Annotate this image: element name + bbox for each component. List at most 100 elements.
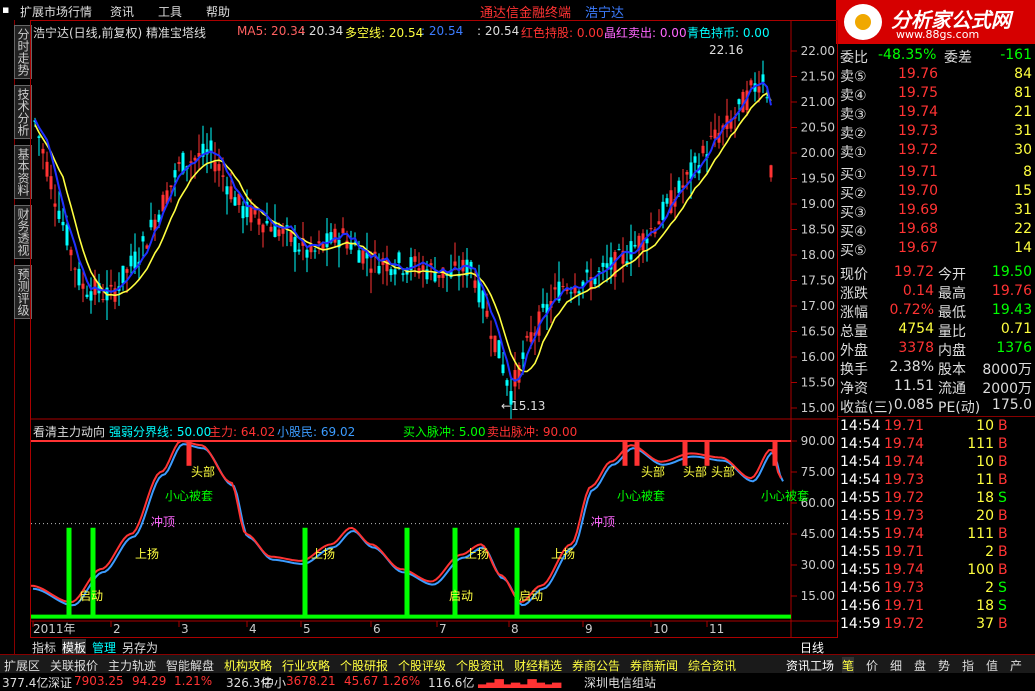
candle-body	[505, 380, 509, 386]
tick-volume: 37	[976, 616, 994, 632]
right-tab[interactable]: 产	[1010, 657, 1022, 674]
sell-pulse-label: 卖出脉冲: 90.00	[487, 425, 578, 439]
sell-level-volume: 30	[1014, 142, 1032, 158]
chart-area[interactable]: 22.00 21.50 21.00 20.50 20.00 19.50 19.00 18.50…	[30, 20, 839, 639]
nav-item[interactable]: 主力轨迹	[108, 657, 156, 674]
stat-label-2: PE(动)	[938, 400, 981, 416]
candle-body	[525, 335, 529, 338]
candle-body	[553, 287, 557, 290]
candle-body	[665, 198, 669, 204]
buy-level-price: 19.67	[898, 240, 939, 256]
candle-body	[313, 250, 317, 252]
stat-label: 换手	[840, 362, 868, 378]
candle-body	[121, 265, 125, 284]
app-icon[interactable]: ▪	[2, 3, 9, 16]
tick-price: 19.72	[884, 616, 925, 632]
nav-item[interactable]: 个股研报	[340, 657, 388, 674]
candle-body	[489, 335, 493, 339]
price-axis-label: 15.00	[801, 401, 835, 415]
x-axis-label: 7	[439, 622, 447, 636]
candle-body	[317, 241, 321, 244]
tick-time: 14:56	[840, 598, 881, 614]
high-label: 22.16	[709, 43, 744, 57]
dk-value-3: : 20.54	[477, 24, 520, 38]
tick-time: 14:54	[840, 436, 881, 452]
stat-value-2: 19.43	[991, 302, 1032, 318]
candle-body	[749, 80, 753, 86]
tick-time: 14:55	[840, 508, 881, 524]
status-server: 深圳电信组站	[584, 676, 657, 690]
stat-value-2: 19.76	[991, 283, 1032, 299]
status-a: 377.4亿	[2, 676, 49, 690]
x-axis-label: 6	[373, 622, 381, 636]
candle-body	[401, 273, 405, 275]
red-hold-label: 红色持股: 0.00	[521, 26, 604, 40]
candle-body	[41, 148, 45, 154]
sell-level-volume: 21	[1014, 104, 1032, 120]
buy-level-volume: 15	[1014, 183, 1032, 199]
bottom-nav: 扩展区 关联报价 主力轨迹 智能解盘 机构攻略 行业攻略 个股研报 个股评级 个股资讯 财经精选券…	[0, 654, 1035, 674]
head-label-4: 头部	[711, 465, 736, 479]
nav-item[interactable]: 智能解盘	[166, 657, 214, 674]
retail-label: 小股民: 69.02	[277, 425, 356, 439]
buy-level-volume: 8	[1023, 164, 1032, 180]
tick-volume: 111	[967, 526, 994, 542]
right-tab[interactable]: 势	[938, 657, 950, 674]
stat-value-2: 8000万	[982, 362, 1032, 378]
nav-item[interactable]: 扩展区	[4, 657, 40, 674]
status-sz-chg: 94.29	[132, 674, 167, 688]
nav-item[interactable]: 资讯工场	[786, 657, 834, 674]
menu-item-info[interactable]: 资讯	[110, 3, 134, 20]
nav-item[interactable]: 综合资讯	[688, 657, 736, 674]
rush-label-2: 冲顶	[591, 515, 616, 529]
nav-item[interactable]: 行业攻略	[282, 657, 330, 674]
right-tab[interactable]: 价	[866, 657, 878, 674]
x-axis-label: 2	[113, 622, 121, 636]
candle-body	[293, 237, 297, 253]
nav-item[interactable]: 关联报价	[50, 657, 98, 674]
tick-direction: S	[998, 598, 1007, 614]
candle-body	[177, 162, 181, 164]
candle-body	[761, 74, 765, 83]
nav-item[interactable]: 券商公告	[572, 657, 620, 674]
candle-body	[629, 241, 633, 260]
stat-label: 涨幅	[840, 305, 868, 321]
nav-item[interactable]: 个股资讯	[456, 657, 504, 674]
status-zx-label: 中小	[262, 676, 287, 690]
stat-value-2: 1376	[996, 340, 1032, 356]
nav-item[interactable]: 财经精选	[514, 657, 562, 674]
right-tab[interactable]: 值	[986, 657, 998, 674]
candle-body	[709, 135, 713, 137]
menu-item-tools[interactable]: 工具	[158, 3, 182, 20]
nav-item[interactable]: 机构攻略	[224, 657, 272, 674]
osc-axis-label: 75.00	[801, 465, 835, 479]
right-tab[interactable]: 指	[962, 657, 974, 674]
tick-direction: B	[998, 418, 1008, 434]
nav-item[interactable]: 个股评级	[398, 657, 446, 674]
nav-item[interactable]: 券商新闻	[630, 657, 678, 674]
menu-item-market[interactable]: 扩展市场行情	[20, 3, 92, 20]
candle-body	[69, 249, 73, 256]
cyan-hold-label: 青色持币: 0.00	[687, 26, 770, 40]
buy-level-price: 19.69	[898, 202, 939, 218]
candle-body	[229, 186, 233, 200]
candle-body	[221, 175, 225, 177]
x-axis-label: 8	[511, 622, 519, 636]
stat-value: 19.72	[893, 264, 934, 280]
start-label-1: 启动	[79, 589, 104, 603]
menu-item-help[interactable]: 帮助	[206, 3, 230, 20]
candle-body	[389, 269, 393, 276]
rise-label-4: 上扬	[551, 547, 576, 561]
stat-value-2: 19.50	[991, 264, 1032, 280]
right-tab[interactable]: 盘	[914, 657, 926, 674]
candle-body	[397, 252, 401, 263]
status-c: 116.6亿	[428, 676, 475, 690]
buy-level-label: 买②	[840, 186, 867, 202]
right-tab[interactable]: 笔	[842, 657, 855, 674]
tick-direction: B	[998, 454, 1008, 470]
dk-value-2: : 20.54	[421, 24, 464, 38]
right-tab[interactable]: 细	[890, 657, 902, 674]
candle-body	[437, 274, 441, 278]
candle-body	[433, 272, 437, 282]
tick-direction: S	[998, 580, 1007, 596]
